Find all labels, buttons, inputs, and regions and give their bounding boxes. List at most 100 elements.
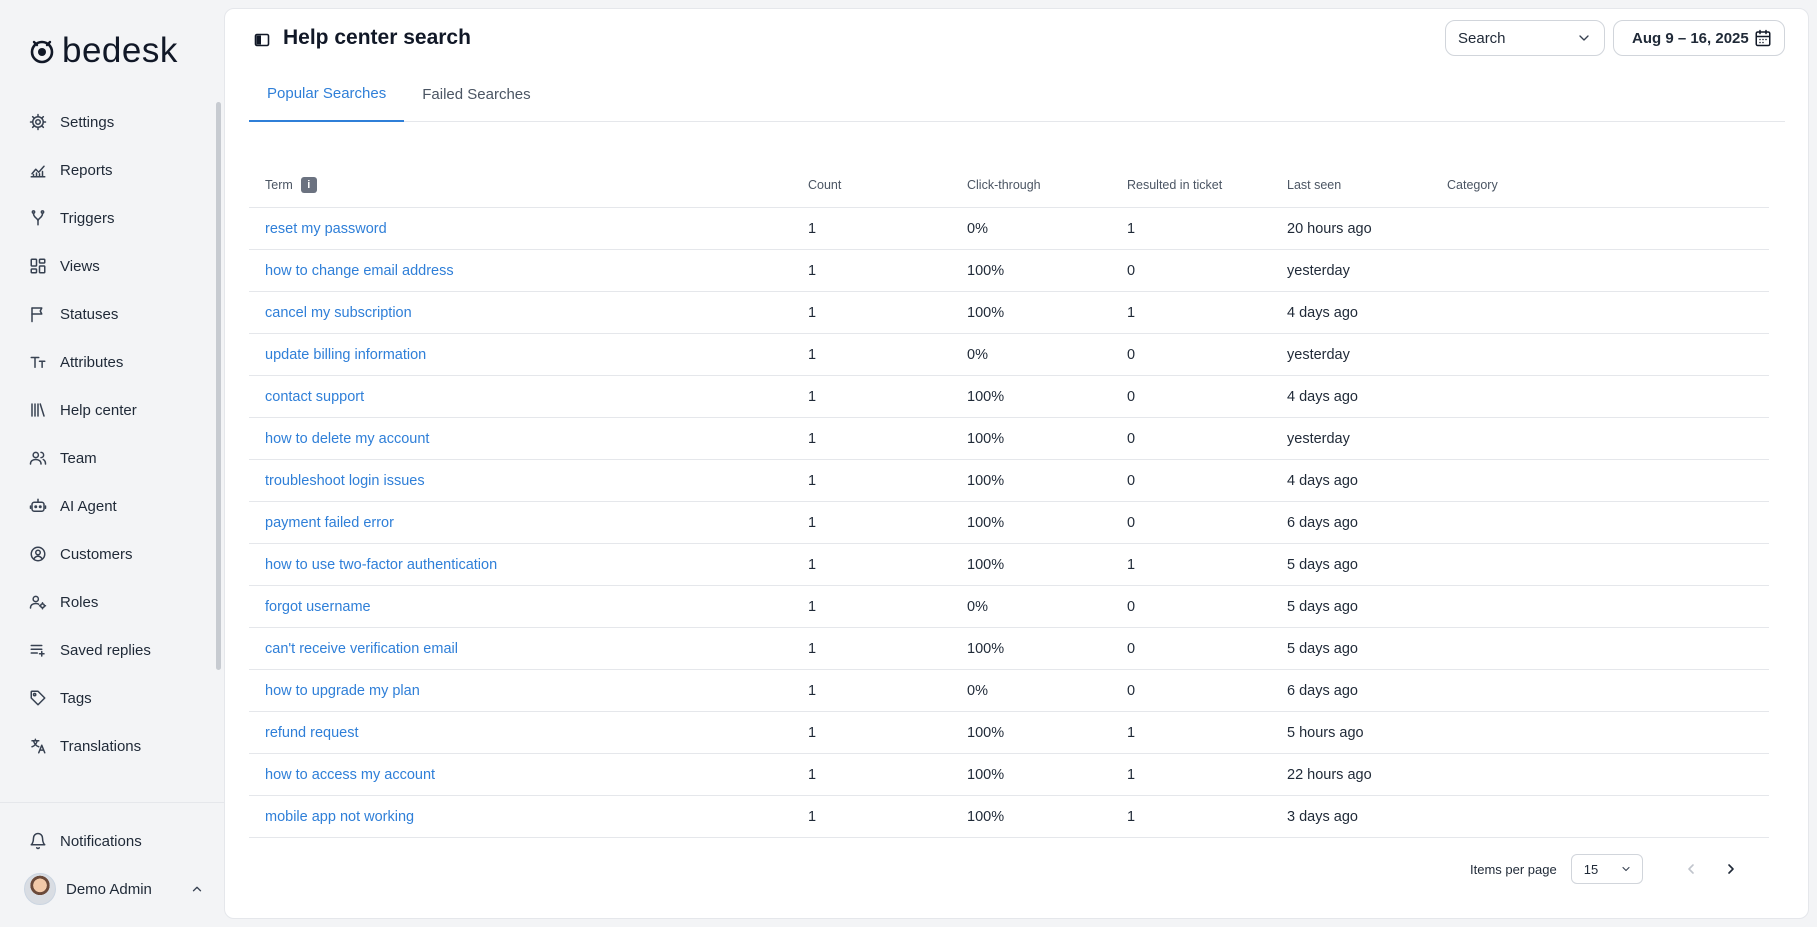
table-row[interactable]: how to access my account 1 100% 1 22 hours a… [249, 754, 1769, 796]
search-term-link[interactable]: update billing information [249, 347, 808, 363]
cell-resulted-in-ticket: 1 [1127, 724, 1136, 741]
next-page-button[interactable] [1719, 857, 1743, 881]
sidebar-item-label: Triggers [60, 209, 115, 227]
cell-count: 1 [808, 598, 817, 615]
cell-click-through: 100% [967, 766, 1005, 783]
brand-name: bedesk [62, 30, 178, 70]
column-header-last-seen: Last seen [1287, 178, 1447, 192]
cell-resulted-in-ticket: 1 [1127, 556, 1136, 573]
cell-last-seen: 4 days ago [1287, 304, 1358, 321]
search-type-select[interactable]: Search [1445, 20, 1605, 56]
search-term-link[interactable]: cancel my subscription [249, 305, 808, 321]
user-menu[interactable]: Demo Admin [24, 872, 204, 906]
items-per-page-select[interactable]: 15 [1570, 854, 1643, 884]
sidebar-item-views[interactable]: Views [0, 242, 222, 290]
cell-count: 1 [808, 388, 817, 405]
column-header-click-through: Click-through [967, 178, 1127, 192]
cell-resulted-in-ticket: 0 [1127, 388, 1136, 405]
sidebar-item-customers[interactable]: Customers [0, 530, 222, 578]
column-header-label: Resulted in ticket [1127, 177, 1223, 192]
search-term-link[interactable]: reset my password [249, 221, 808, 237]
table-row[interactable]: forgot username 1 0% 0 5 days ago [249, 586, 1769, 628]
sidebar-item-label: Tags [60, 689, 92, 707]
table-row[interactable]: troubleshoot login issues 1 100% 0 4 days ag… [249, 460, 1769, 502]
cell-click-through: 100% [967, 724, 1005, 741]
table-row[interactable]: reset my password 1 0% 1 20 hours ago [249, 208, 1769, 250]
cell-count: 1 [808, 556, 817, 573]
user-circle-icon [28, 544, 48, 564]
table-row[interactable]: payment failed error 1 100% 0 6 days ago [249, 502, 1769, 544]
search-term-link[interactable]: how to use two-factor authentication [249, 557, 808, 573]
cell-last-seen: yesterday [1287, 346, 1350, 363]
cell-click-through: 100% [967, 472, 1005, 489]
table-body: reset my password 1 0% 1 20 hours ago how to … [249, 208, 1769, 838]
sidebar-item-label: Customers [60, 545, 133, 563]
search-term-link[interactable]: how to delete my account [249, 431, 808, 447]
sidebar-item-team[interactable]: Team [0, 434, 222, 482]
table-row[interactable]: update billing information 1 0% 0 yesterday [249, 334, 1769, 376]
cell-resulted-in-ticket: 1 [1127, 808, 1136, 825]
table-row[interactable]: mobile app not working 1 100% 1 3 days ago [249, 796, 1769, 838]
search-term-link[interactable]: troubleshoot login issues [249, 473, 808, 489]
search-term-link[interactable]: contact support [249, 389, 808, 405]
cell-count: 1 [808, 766, 817, 783]
search-term-link[interactable]: how to access my account [249, 767, 808, 783]
sidebar-toggle-icon[interactable] [253, 31, 271, 49]
sidebar-item-attributes[interactable]: Attributes [0, 338, 222, 386]
date-range-picker[interactable]: Aug 9 – 16, 2025 [1613, 20, 1785, 56]
sidebar-item-label: Help center [60, 401, 137, 419]
column-header-resulted-in-ticket: Resulted in ticket [1127, 178, 1287, 192]
table-row[interactable]: refund request 1 100% 1 5 hours ago [249, 712, 1769, 754]
sidebar-item-tags[interactable]: Tags [0, 674, 222, 722]
chevron-down-icon [1576, 30, 1592, 46]
chevron-down-icon [1620, 863, 1632, 875]
previous-page-button[interactable] [1679, 857, 1703, 881]
cell-last-seen: 20 hours ago [1287, 220, 1372, 237]
table-row[interactable]: how to upgrade my plan 1 0% 0 6 days ago [249, 670, 1769, 712]
calendar-icon [1754, 29, 1772, 47]
column-header-label: Term [265, 177, 293, 192]
sidebar-item-statuses[interactable]: Statuses [0, 290, 222, 338]
table-row[interactable]: how to delete my account 1 100% 0 yesterday [249, 418, 1769, 460]
cell-count: 1 [808, 304, 817, 321]
cell-resulted-in-ticket: 0 [1127, 262, 1136, 279]
search-term-link[interactable]: can't receive verification email [249, 641, 808, 657]
sidebar-item-reports[interactable]: Reports [0, 146, 222, 194]
cell-click-through: 100% [967, 304, 1005, 321]
cell-last-seen: 4 days ago [1287, 472, 1358, 489]
info-icon[interactable]: i [300, 176, 317, 193]
sidebar-item-label: Roles [60, 593, 99, 611]
table-row[interactable]: contact support 1 100% 0 4 days ago [249, 376, 1769, 418]
sidebar-item-settings[interactable]: Settings [0, 98, 222, 146]
sidebar-item-triggers[interactable]: Triggers [0, 194, 222, 242]
search-term-link[interactable]: refund request [249, 725, 808, 741]
sidebar-item-saved-replies[interactable]: Saved replies [0, 626, 222, 674]
cell-resulted-in-ticket: 0 [1127, 472, 1136, 489]
search-term-link[interactable]: payment failed error [249, 515, 808, 531]
tab-popular-searches[interactable]: Popular Searches [249, 67, 405, 122]
table-row[interactable]: how to change email address 1 100% 0 yesterd… [249, 250, 1769, 292]
table-row[interactable]: cancel my subscription 1 100% 1 4 days ago [249, 292, 1769, 334]
table-row[interactable]: how to use two-factor authentication 1 100… [249, 544, 1769, 586]
cell-count: 1 [808, 430, 817, 447]
sidebar-item-translations[interactable]: Translations [0, 722, 222, 770]
search-term-link[interactable]: how to change email address [249, 263, 808, 279]
user-name: Demo Admin [66, 880, 152, 898]
robot-icon [28, 496, 48, 516]
sidebar-item-help-center[interactable]: Help center [0, 386, 222, 434]
sidebar-item-roles[interactable]: Roles [0, 578, 222, 626]
cell-last-seen: 3 days ago [1287, 808, 1358, 825]
table-row[interactable]: can't receive verification email 1 100% 0 5 … [249, 628, 1769, 670]
tab-failed-searches[interactable]: Failed Searches [404, 67, 548, 122]
sidebar-item-ai-agent[interactable]: AI Agent [0, 482, 222, 530]
cell-resulted-in-ticket: 0 [1127, 514, 1136, 531]
search-term-link[interactable]: mobile app not working [249, 809, 808, 825]
search-term-link[interactable]: how to upgrade my plan [249, 683, 808, 699]
notifications-link[interactable]: Notifications [28, 830, 142, 852]
search-term-link[interactable]: forgot username [249, 599, 808, 615]
cell-last-seen: 6 days ago [1287, 514, 1358, 531]
sidebar-item-label: Reports [60, 161, 113, 179]
brand-logo[interactable]: bedesk [26, 30, 178, 70]
sidebar-item-label: Settings [60, 113, 115, 131]
sidebar-scrollbar[interactable] [216, 102, 221, 670]
